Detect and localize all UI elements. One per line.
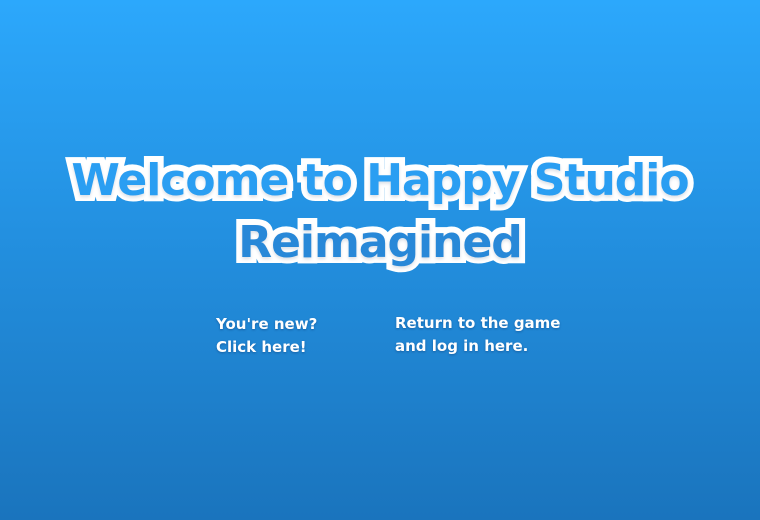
new-user-button[interactable]: You're new? Click here!	[216, 313, 317, 359]
login-label-line-1: Return to the game	[395, 314, 561, 332]
login-label-line-2: and log in here.	[395, 337, 529, 355]
page-title: Welcome to Happy Studio Reimagined	[0, 149, 760, 274]
returning-user-login-button[interactable]: Return to the game and log in here.	[395, 312, 560, 358]
welcome-screen: Welcome to Happy Studio Reimagined You'r…	[0, 0, 760, 520]
new-user-label-line-1: You're new?	[216, 315, 318, 333]
new-user-label-line-2: Click here!	[216, 338, 307, 356]
title-line-2: Reimagined	[232, 211, 529, 274]
title-line-1: Welcome to Happy Studio	[65, 149, 695, 212]
